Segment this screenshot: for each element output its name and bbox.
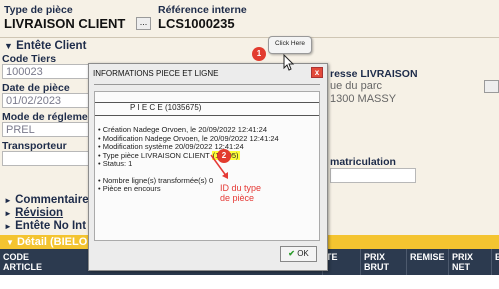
mode-reglement-field[interactable]: PREL bbox=[2, 122, 90, 137]
adresse-line2: 1300 MASSY bbox=[330, 93, 397, 105]
divider bbox=[95, 92, 319, 103]
immatriculation-label: matriculation bbox=[330, 156, 396, 168]
adresse-livraison-label: resse LIVRAISON bbox=[330, 68, 418, 80]
dialog-title: INFORMATIONS PIECE ET LIGNE bbox=[93, 69, 219, 78]
column-prix-net[interactable]: PRIX NET bbox=[448, 249, 491, 275]
annotation-note: ID du type de pièce bbox=[220, 183, 262, 203]
section-entete-no-int[interactable]: ► Entête No Int bbox=[4, 220, 86, 232]
triangle-right-icon: ► bbox=[4, 209, 12, 218]
column-remise[interactable]: REMISE bbox=[406, 249, 448, 275]
section-revision[interactable]: ► Révision bbox=[4, 207, 63, 219]
triangle-down-icon: ▼ bbox=[4, 41, 13, 51]
type-piece-label: Type de pièce bbox=[4, 4, 73, 16]
step-badge-1: 1 bbox=[252, 47, 266, 61]
detail-title: ▼ Détail (BIELO bbox=[6, 236, 88, 248]
transporteur-field[interactable] bbox=[2, 151, 90, 166]
triangle-down-icon: ▼ bbox=[6, 238, 14, 247]
code-tiers-field[interactable]: 100023 bbox=[2, 64, 90, 79]
section-entete-client[interactable]: ▼ Entête Client bbox=[4, 40, 86, 52]
column-e[interactable]: E bbox=[491, 249, 499, 275]
click-here-tooltip: Click Here bbox=[268, 36, 312, 54]
section-title: Entête No Int bbox=[15, 220, 87, 232]
detail-grid-body bbox=[0, 275, 499, 289]
mouse-cursor-icon bbox=[283, 54, 295, 71]
checkmark-icon: ✔ bbox=[288, 249, 295, 258]
immatriculation-field[interactable] bbox=[330, 168, 416, 183]
close-icon[interactable]: x bbox=[311, 67, 323, 78]
section-title: Révision bbox=[15, 207, 64, 219]
date-piece-field[interactable]: 01/02/2023 bbox=[2, 93, 90, 108]
type-piece-lookup-button[interactable]: ... bbox=[136, 17, 151, 30]
piece-heading: P I E C E (1035675) bbox=[130, 103, 202, 112]
triangle-right-icon: ► bbox=[4, 222, 12, 231]
divider bbox=[94, 84, 320, 85]
info-dialog: INFORMATIONS PIECE ET LIGNE x P I E C E … bbox=[88, 63, 328, 271]
column-code-article[interactable]: CODE ARTICLE bbox=[0, 249, 60, 275]
ok-button[interactable]: ✔ OK bbox=[280, 246, 317, 262]
info-line-status: • Status: 1 bbox=[98, 159, 133, 168]
ref-interne-value: LCS1000235 bbox=[158, 16, 235, 31]
section-commentaire[interactable]: ► Commentaire bbox=[4, 194, 89, 206]
type-piece-value: LIVRAISON CLIENT bbox=[4, 16, 126, 31]
adresse-lookup-button[interactable] bbox=[484, 80, 499, 93]
dialog-info-panel: P I E C E (1035675) • Création Nadege Or… bbox=[94, 91, 320, 241]
divider bbox=[95, 115, 319, 116]
section-title: Entête Client bbox=[16, 40, 87, 52]
adresse-line1: ue du parc bbox=[330, 80, 382, 92]
section-title: Commentaire bbox=[15, 194, 89, 206]
annotation-arrow-icon bbox=[210, 154, 228, 179]
column-prix-brut[interactable]: PRIX BRUT bbox=[360, 249, 406, 275]
triangle-right-icon: ► bbox=[4, 196, 12, 205]
divider bbox=[0, 37, 499, 38]
ref-interne-label: Référence interne bbox=[158, 4, 247, 16]
